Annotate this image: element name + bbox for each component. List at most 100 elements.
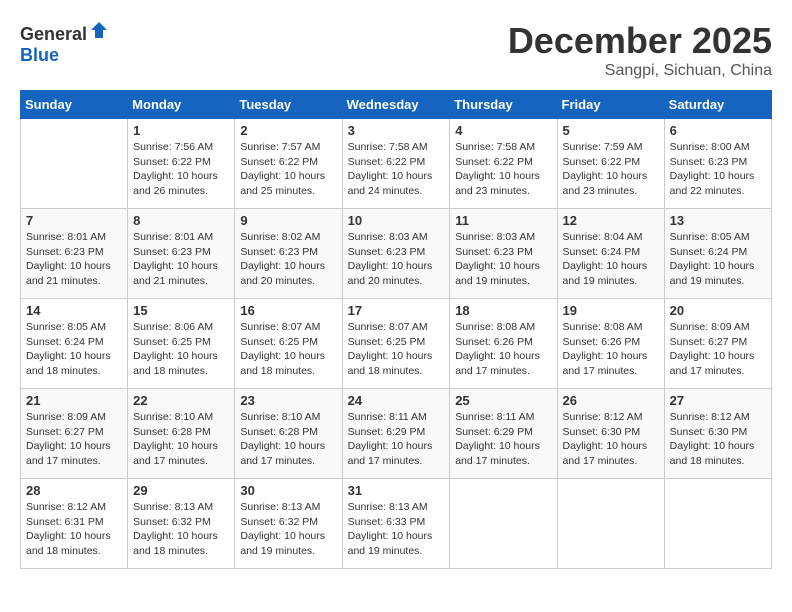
day-info: Sunrise: 8:01 AMSunset: 6:23 PMDaylight:… bbox=[133, 230, 229, 289]
title-block: December 2025 Sangpi, Sichuan, China bbox=[508, 20, 772, 80]
day-info: Sunrise: 8:12 AMSunset: 6:30 PMDaylight:… bbox=[670, 410, 766, 469]
day-info: Sunrise: 8:01 AMSunset: 6:23 PMDaylight:… bbox=[26, 230, 122, 289]
calendar-cell: 5 Sunrise: 7:59 AMSunset: 6:22 PMDaylight… bbox=[557, 119, 664, 209]
calendar-cell: 25 Sunrise: 8:11 AMSunset: 6:29 PMDayligh… bbox=[450, 389, 557, 479]
calendar-week-row: 28 Sunrise: 8:12 AMSunset: 6:31 PMDayligh… bbox=[21, 479, 772, 569]
day-info: Sunrise: 8:08 AMSunset: 6:26 PMDaylight:… bbox=[563, 320, 659, 379]
calendar-cell: 27 Sunrise: 8:12 AMSunset: 6:30 PMDayligh… bbox=[664, 389, 771, 479]
calendar-cell: 24 Sunrise: 8:11 AMSunset: 6:29 PMDayligh… bbox=[342, 389, 450, 479]
weekday-header-monday: Monday bbox=[128, 91, 235, 119]
day-info: Sunrise: 8:04 AMSunset: 6:24 PMDaylight:… bbox=[563, 230, 659, 289]
day-number: 1 bbox=[133, 123, 229, 138]
weekday-header-sunday: Sunday bbox=[21, 91, 128, 119]
day-info: Sunrise: 8:11 AMSunset: 6:29 PMDaylight:… bbox=[348, 410, 445, 469]
day-number: 31 bbox=[348, 483, 445, 498]
calendar-cell: 2 Sunrise: 7:57 AMSunset: 6:22 PMDaylight… bbox=[235, 119, 342, 209]
page-header: General Blue December 2025 Sangpi, Sichu… bbox=[20, 20, 772, 80]
day-number: 11 bbox=[455, 213, 551, 228]
calendar-cell bbox=[450, 479, 557, 569]
logo-general: General bbox=[20, 24, 87, 44]
day-info: Sunrise: 8:05 AMSunset: 6:24 PMDaylight:… bbox=[670, 230, 766, 289]
day-info: Sunrise: 8:03 AMSunset: 6:23 PMDaylight:… bbox=[348, 230, 445, 289]
calendar-cell: 18 Sunrise: 8:08 AMSunset: 6:26 PMDayligh… bbox=[450, 299, 557, 389]
day-info: Sunrise: 8:10 AMSunset: 6:28 PMDaylight:… bbox=[240, 410, 336, 469]
calendar-cell: 26 Sunrise: 8:12 AMSunset: 6:30 PMDayligh… bbox=[557, 389, 664, 479]
calendar-cell: 21 Sunrise: 8:09 AMSunset: 6:27 PMDayligh… bbox=[21, 389, 128, 479]
day-info: Sunrise: 7:58 AMSunset: 6:22 PMDaylight:… bbox=[348, 140, 445, 199]
day-number: 6 bbox=[670, 123, 766, 138]
day-info: Sunrise: 7:59 AMSunset: 6:22 PMDaylight:… bbox=[563, 140, 659, 199]
day-info: Sunrise: 8:12 AMSunset: 6:31 PMDaylight:… bbox=[26, 500, 122, 559]
day-info: Sunrise: 8:07 AMSunset: 6:25 PMDaylight:… bbox=[240, 320, 336, 379]
day-number: 27 bbox=[670, 393, 766, 408]
day-info: Sunrise: 8:07 AMSunset: 6:25 PMDaylight:… bbox=[348, 320, 445, 379]
day-info: Sunrise: 8:05 AMSunset: 6:24 PMDaylight:… bbox=[26, 320, 122, 379]
day-info: Sunrise: 8:09 AMSunset: 6:27 PMDaylight:… bbox=[26, 410, 122, 469]
day-info: Sunrise: 8:08 AMSunset: 6:26 PMDaylight:… bbox=[455, 320, 551, 379]
day-info: Sunrise: 8:03 AMSunset: 6:23 PMDaylight:… bbox=[455, 230, 551, 289]
calendar-cell: 12 Sunrise: 8:04 AMSunset: 6:24 PMDayligh… bbox=[557, 209, 664, 299]
day-info: Sunrise: 8:13 AMSunset: 6:33 PMDaylight:… bbox=[348, 500, 445, 559]
logo: General Blue bbox=[20, 20, 109, 66]
weekday-header-friday: Friday bbox=[557, 91, 664, 119]
calendar-cell: 29 Sunrise: 8:13 AMSunset: 6:32 PMDayligh… bbox=[128, 479, 235, 569]
day-number: 2 bbox=[240, 123, 336, 138]
day-info: Sunrise: 8:10 AMSunset: 6:28 PMDaylight:… bbox=[133, 410, 229, 469]
day-number: 22 bbox=[133, 393, 229, 408]
calendar-cell: 4 Sunrise: 7:58 AMSunset: 6:22 PMDaylight… bbox=[450, 119, 557, 209]
calendar-cell: 31 Sunrise: 8:13 AMSunset: 6:33 PMDayligh… bbox=[342, 479, 450, 569]
day-info: Sunrise: 7:57 AMSunset: 6:22 PMDaylight:… bbox=[240, 140, 336, 199]
calendar-cell: 16 Sunrise: 8:07 AMSunset: 6:25 PMDayligh… bbox=[235, 299, 342, 389]
day-number: 12 bbox=[563, 213, 659, 228]
calendar-cell: 7Sunrise: 8:01 AMSunset: 6:23 PMDaylight… bbox=[21, 209, 128, 299]
day-number: 13 bbox=[670, 213, 766, 228]
weekday-header-wednesday: Wednesday bbox=[342, 91, 450, 119]
calendar-cell: 30 Sunrise: 8:13 AMSunset: 6:32 PMDayligh… bbox=[235, 479, 342, 569]
day-info: Sunrise: 8:13 AMSunset: 6:32 PMDaylight:… bbox=[133, 500, 229, 559]
day-number: 21 bbox=[26, 393, 122, 408]
day-number: 25 bbox=[455, 393, 551, 408]
day-number: 28 bbox=[26, 483, 122, 498]
day-number: 26 bbox=[563, 393, 659, 408]
calendar-cell bbox=[664, 479, 771, 569]
day-number: 24 bbox=[348, 393, 445, 408]
calendar-cell: 6Sunrise: 8:00 AMSunset: 6:23 PMDaylight… bbox=[664, 119, 771, 209]
calendar-cell: 1Sunrise: 7:56 AMSunset: 6:22 PMDaylight… bbox=[128, 119, 235, 209]
day-info: Sunrise: 8:12 AMSunset: 6:30 PMDaylight:… bbox=[563, 410, 659, 469]
calendar-cell: 10 Sunrise: 8:03 AMSunset: 6:23 PMDayligh… bbox=[342, 209, 450, 299]
calendar-cell: 13 Sunrise: 8:05 AMSunset: 6:24 PMDayligh… bbox=[664, 209, 771, 299]
day-info: Sunrise: 8:11 AMSunset: 6:29 PMDaylight:… bbox=[455, 410, 551, 469]
calendar-cell: 17Sunrise: 8:07 AMSunset: 6:25 PMDayligh… bbox=[342, 299, 450, 389]
month-title: December 2025 bbox=[508, 20, 772, 62]
day-number: 4 bbox=[455, 123, 551, 138]
day-number: 5 bbox=[563, 123, 659, 138]
calendar-cell: 28 Sunrise: 8:12 AMSunset: 6:31 PMDayligh… bbox=[21, 479, 128, 569]
calendar-cell: 22 Sunrise: 8:10 AMSunset: 6:28 PMDayligh… bbox=[128, 389, 235, 479]
day-number: 29 bbox=[133, 483, 229, 498]
day-info: Sunrise: 8:09 AMSunset: 6:27 PMDaylight:… bbox=[670, 320, 766, 379]
day-number: 19 bbox=[563, 303, 659, 318]
calendar-cell: 9Sunrise: 8:02 AMSunset: 6:23 PMDaylight… bbox=[235, 209, 342, 299]
day-info: Sunrise: 7:58 AMSunset: 6:22 PMDaylight:… bbox=[455, 140, 551, 199]
day-info: Sunrise: 8:02 AMSunset: 6:23 PMDaylight:… bbox=[240, 230, 336, 289]
logo-icon bbox=[89, 20, 109, 40]
day-number: 14 bbox=[26, 303, 122, 318]
day-number: 20 bbox=[670, 303, 766, 318]
location-subtitle: Sangpi, Sichuan, China bbox=[508, 62, 772, 80]
calendar-cell: 19 Sunrise: 8:08 AMSunset: 6:26 PMDayligh… bbox=[557, 299, 664, 389]
calendar-table: SundayMondayTuesdayWednesdayThursdayFrid… bbox=[20, 90, 772, 569]
day-number: 16 bbox=[240, 303, 336, 318]
day-info: Sunrise: 8:13 AMSunset: 6:32 PMDaylight:… bbox=[240, 500, 336, 559]
calendar-cell: 11 Sunrise: 8:03 AMSunset: 6:23 PMDayligh… bbox=[450, 209, 557, 299]
day-number: 30 bbox=[240, 483, 336, 498]
calendar-cell: 8Sunrise: 8:01 AMSunset: 6:23 PMDaylight… bbox=[128, 209, 235, 299]
day-number: 18 bbox=[455, 303, 551, 318]
calendar-cell: 15Sunrise: 8:06 AMSunset: 6:25 PMDayligh… bbox=[128, 299, 235, 389]
day-number: 23 bbox=[240, 393, 336, 408]
calendar-week-row: 1Sunrise: 7:56 AMSunset: 6:22 PMDaylight… bbox=[21, 119, 772, 209]
calendar-cell: 3Sunrise: 7:58 AMSunset: 6:22 PMDaylight… bbox=[342, 119, 450, 209]
weekday-header-row: SundayMondayTuesdayWednesdayThursdayFrid… bbox=[21, 91, 772, 119]
weekday-header-saturday: Saturday bbox=[664, 91, 771, 119]
weekday-header-tuesday: Tuesday bbox=[235, 91, 342, 119]
day-number: 10 bbox=[348, 213, 445, 228]
